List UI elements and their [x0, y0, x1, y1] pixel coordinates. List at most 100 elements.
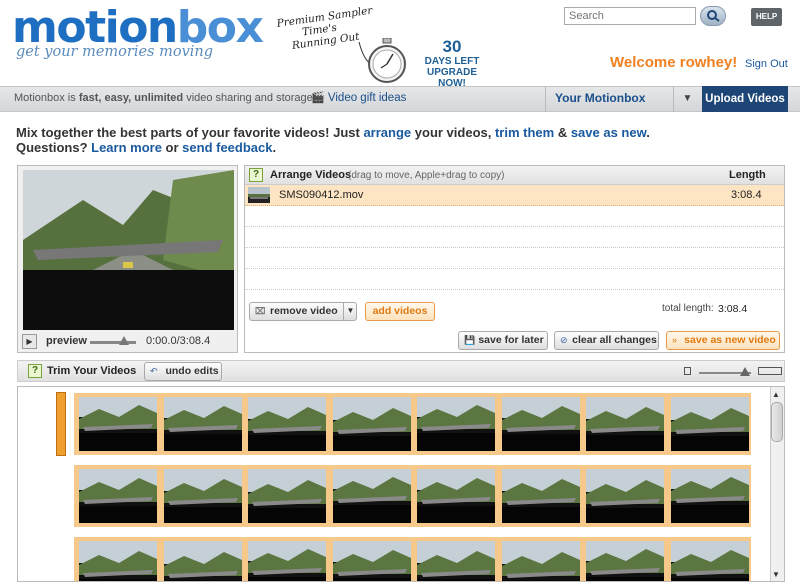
- save-icon: 💾: [464, 335, 476, 345]
- scrollbar-thumb[interactable]: [771, 402, 783, 442]
- remove-icon: ⌧: [255, 306, 266, 316]
- total-length-value: 3:08.4: [718, 303, 748, 315]
- stopwatch-icon: [358, 38, 406, 83]
- save-as-new-video-button[interactable]: » save as new video: [666, 331, 780, 350]
- intro-line-1: Mix together the best parts of your favo…: [16, 125, 650, 140]
- filmstrip-area[interactable]: [17, 386, 785, 582]
- search-button[interactable]: [700, 6, 726, 26]
- filmstrip-frame[interactable]: [501, 469, 580, 523]
- filmstrip-frame[interactable]: [332, 541, 411, 581]
- filmstrip-frame[interactable]: [163, 541, 242, 581]
- welcome-message: Welcome rowhey!: [610, 54, 738, 71]
- filmstrip-row[interactable]: [74, 537, 751, 581]
- desc-text: video sharing and storage.: [183, 92, 316, 104]
- filmstrip-frame[interactable]: [332, 397, 411, 451]
- zoom-in-icon[interactable]: [758, 367, 782, 375]
- gift-label: Video gift ideas: [327, 92, 407, 104]
- length-column-header: Length: [729, 169, 766, 181]
- upload-videos-button[interactable]: Upload Videos: [702, 86, 788, 112]
- filmstrip-frame[interactable]: [417, 469, 495, 523]
- intro-text: &: [554, 125, 571, 140]
- filmstrip-frame[interactable]: [670, 541, 749, 581]
- filmstrip-frame[interactable]: [501, 541, 580, 581]
- filmstrip-frame[interactable]: [79, 469, 157, 523]
- zoom-slider-knob[interactable]: [740, 367, 750, 376]
- sign-out-link[interactable]: Sign Out: [745, 58, 788, 70]
- trim-title: Trim Your Videos: [47, 365, 137, 377]
- learn-more-link[interactable]: Learn more: [91, 140, 162, 155]
- intro-text: your videos,: [411, 125, 495, 140]
- search-input[interactable]: [564, 7, 696, 25]
- scroll-up-arrow[interactable]: ▲: [772, 390, 780, 399]
- video-frame-image: [23, 170, 234, 330]
- intro-text: Mix together the best parts of your favo…: [16, 125, 364, 140]
- filmstrip-frame[interactable]: [417, 541, 495, 581]
- list-divider: [245, 289, 784, 290]
- site-description: Motionbox is fast, easy, unlimited video…: [14, 92, 316, 104]
- send-feedback-link[interactable]: send feedback: [182, 140, 272, 155]
- remove-dropdown-arrow[interactable]: ▼: [343, 302, 357, 321]
- preview-video[interactable]: [23, 170, 234, 330]
- video-thumbnail: [248, 187, 270, 203]
- scroll-down-arrow[interactable]: ▼: [772, 570, 780, 579]
- clear-label: clear all changes: [572, 334, 657, 346]
- days-left-upgrade[interactable]: 30 DAYS LEFT UPGRADE NOW!: [412, 37, 492, 90]
- remove-video-button[interactable]: ⌧ remove video: [249, 302, 357, 321]
- filmstrip-frame[interactable]: [586, 397, 664, 451]
- filmstrip-frame[interactable]: [163, 469, 242, 523]
- trim-link[interactable]: trim them: [495, 125, 554, 140]
- intro-text: or: [161, 140, 183, 155]
- intro-line-2: Questions? Learn more or send feedback.: [16, 140, 276, 155]
- video-length: 3:08.4: [731, 189, 762, 201]
- trim-handle[interactable]: [56, 392, 66, 456]
- undo-label: undo edits: [165, 365, 219, 377]
- arrange-hint: (drag to move, Apple+drag to copy): [348, 170, 505, 181]
- filmstrip-row[interactable]: [74, 465, 751, 527]
- days-left-label: DAYS LEFT: [424, 56, 480, 67]
- save-for-later-button[interactable]: 💾 save for later: [458, 331, 548, 350]
- help-button[interactable]: HELP: [751, 8, 782, 26]
- total-length-label: total length:: [662, 303, 714, 314]
- days-left-count: 30: [442, 37, 462, 56]
- preview-time: 0:00.0/3:08.4: [146, 335, 211, 347]
- clear-all-changes-button[interactable]: ⊘ clear all changes: [554, 331, 659, 350]
- filmstrip-frame[interactable]: [248, 397, 326, 451]
- save-new-label: save as new video: [684, 334, 776, 346]
- filmstrip-frame[interactable]: [670, 397, 749, 451]
- filmstrip-frame[interactable]: [332, 469, 411, 523]
- video-gift-ideas-link[interactable]: 🎬 Video gift ideas: [311, 91, 406, 104]
- gift-icon: 🎬: [311, 92, 325, 104]
- filmstrip-frame[interactable]: [417, 397, 495, 451]
- play-button[interactable]: ▶: [22, 334, 37, 349]
- arrange-link[interactable]: arrange: [363, 125, 411, 140]
- filmstrip-frame[interactable]: [501, 397, 580, 451]
- preview-label: preview: [46, 335, 87, 347]
- zoom-out-icon[interactable]: [684, 367, 691, 375]
- chevron-down-icon[interactable]: ▼: [673, 86, 701, 112]
- filmstrip-frame[interactable]: [586, 469, 664, 523]
- remove-video-label: remove video: [270, 305, 338, 317]
- preview-slider-knob[interactable]: [119, 336, 129, 345]
- filmstrip-frame[interactable]: [248, 541, 326, 581]
- your-motionbox-menu[interactable]: Your Motionbox: [545, 86, 673, 112]
- undo-icon: ↶: [150, 366, 158, 376]
- filmstrip-frame[interactable]: [248, 469, 326, 523]
- trim-help-button[interactable]: ?: [28, 364, 42, 378]
- undo-edits-button[interactable]: ↶ undo edits: [144, 362, 222, 381]
- filmstrip-frame[interactable]: [79, 397, 157, 451]
- play-icon: ▶: [26, 337, 33, 346]
- filmstrip-frame[interactable]: [163, 397, 242, 451]
- filmstrip-frame[interactable]: [586, 541, 664, 581]
- preview-volume-slider[interactable]: [90, 341, 136, 344]
- save-as-new-link[interactable]: save as new: [571, 125, 646, 140]
- filmstrip-frame[interactable]: [79, 541, 157, 581]
- filmstrip-row[interactable]: [74, 393, 751, 455]
- intro-text: .: [272, 140, 277, 155]
- clear-icon: ⊘: [560, 335, 568, 345]
- arrange-title: Arrange Videos: [270, 169, 352, 181]
- filmstrip-frame[interactable]: [670, 469, 749, 523]
- arrange-help-button[interactable]: ?: [249, 168, 263, 182]
- intro-text: Questions?: [16, 140, 92, 155]
- desc-bold: fast, easy, unlimited: [78, 92, 184, 104]
- add-videos-button[interactable]: add videos: [365, 302, 435, 321]
